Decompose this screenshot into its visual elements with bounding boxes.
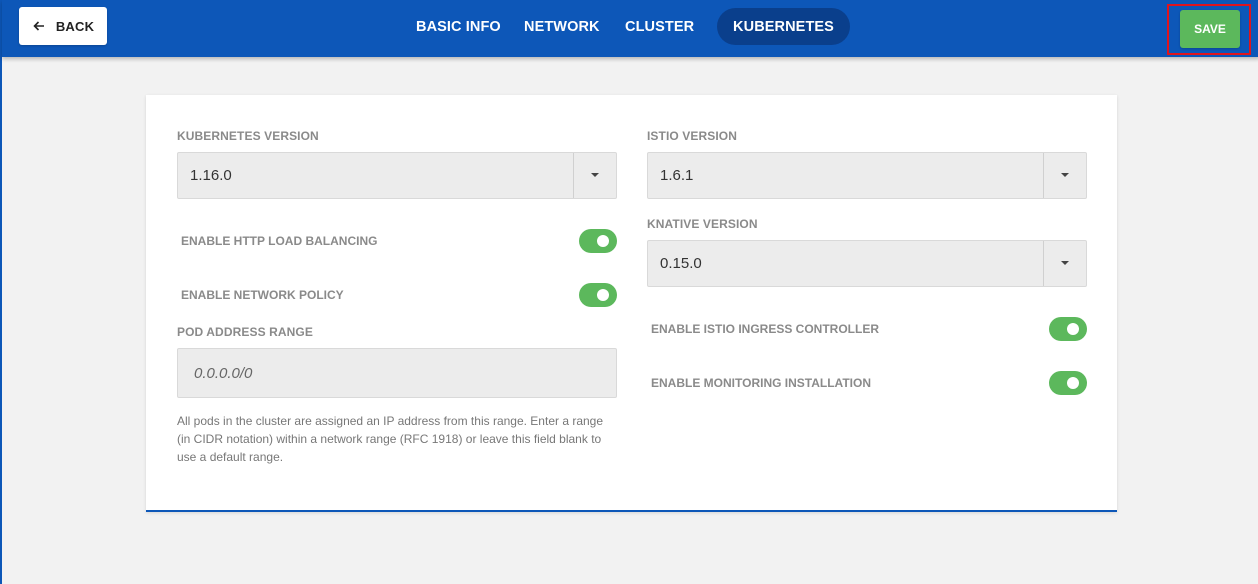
- toggle-knob: [1067, 377, 1079, 389]
- kubernetes-version-select[interactable]: 1.16.0: [177, 152, 617, 199]
- save-label: SAVE: [1194, 22, 1226, 36]
- save-button[interactable]: SAVE: [1180, 10, 1240, 48]
- istio-ingress-toggle[interactable]: [1049, 317, 1087, 341]
- top-bar: BACK BASIC INFO NETWORK CLUSTER KUBERNET…: [2, 0, 1258, 57]
- kubernetes-version-label: KUBERNETES VERSION: [177, 129, 319, 143]
- toggle-knob: [597, 235, 609, 247]
- knative-version-select[interactable]: 0.15.0: [647, 240, 1087, 287]
- tab-cluster-label: CLUSTER: [625, 18, 695, 35]
- tab-network[interactable]: NETWORK: [504, 8, 620, 45]
- knative-version-label: KNATIVE VERSION: [647, 217, 758, 231]
- knative-version-value: 0.15.0: [660, 255, 702, 272]
- http-load-balancing-toggle[interactable]: [579, 229, 617, 253]
- monitoring-installation-label: ENABLE MONITORING INSTALLATION: [651, 376, 871, 390]
- save-highlight: SAVE: [1167, 4, 1251, 55]
- istio-version-value: 1.6.1: [660, 167, 694, 184]
- pod-address-range-label: POD ADDRESS RANGE: [177, 325, 313, 339]
- back-button[interactable]: BACK: [19, 7, 107, 45]
- istio-version-label: ISTIO VERSION: [647, 129, 737, 143]
- istio-ingress-label: ENABLE ISTIO INGRESS CONTROLLER: [651, 322, 880, 336]
- pod-address-range-input[interactable]: [177, 348, 617, 398]
- kubernetes-version-value: 1.16.0: [190, 167, 232, 184]
- tab-basic-info-label: BASIC INFO: [416, 18, 501, 35]
- kubernetes-settings-card: KUBERNETES VERSION 1.16.0 ENABLE HTTP LO…: [146, 95, 1117, 512]
- tab-basic-info[interactable]: BASIC INFO: [396, 8, 521, 45]
- http-load-balancing-label: ENABLE HTTP LOAD BALANCING: [181, 234, 378, 248]
- arrow-left-icon: [32, 19, 46, 33]
- network-policy-label: ENABLE NETWORK POLICY: [181, 288, 344, 302]
- select-divider: [1043, 241, 1044, 286]
- toggle-knob: [597, 289, 609, 301]
- caret-down-icon: [591, 173, 599, 177]
- back-label: BACK: [55, 18, 95, 34]
- caret-down-icon: [1061, 261, 1069, 265]
- istio-version-select[interactable]: 1.6.1: [647, 152, 1087, 199]
- select-divider: [573, 153, 574, 198]
- toggle-knob: [1067, 323, 1079, 335]
- tab-kubernetes[interactable]: KUBERNETES: [717, 8, 850, 45]
- tab-network-label: NETWORK: [524, 18, 600, 35]
- select-divider: [1043, 153, 1044, 198]
- caret-down-icon: [1061, 173, 1069, 177]
- monitoring-installation-toggle[interactable]: [1049, 371, 1087, 395]
- tab-cluster[interactable]: CLUSTER: [605, 8, 714, 45]
- network-policy-toggle[interactable]: [579, 283, 617, 307]
- pod-address-range-help: All pods in the cluster are assigned an …: [177, 414, 604, 464]
- tab-kubernetes-label: KUBERNETES: [733, 18, 834, 35]
